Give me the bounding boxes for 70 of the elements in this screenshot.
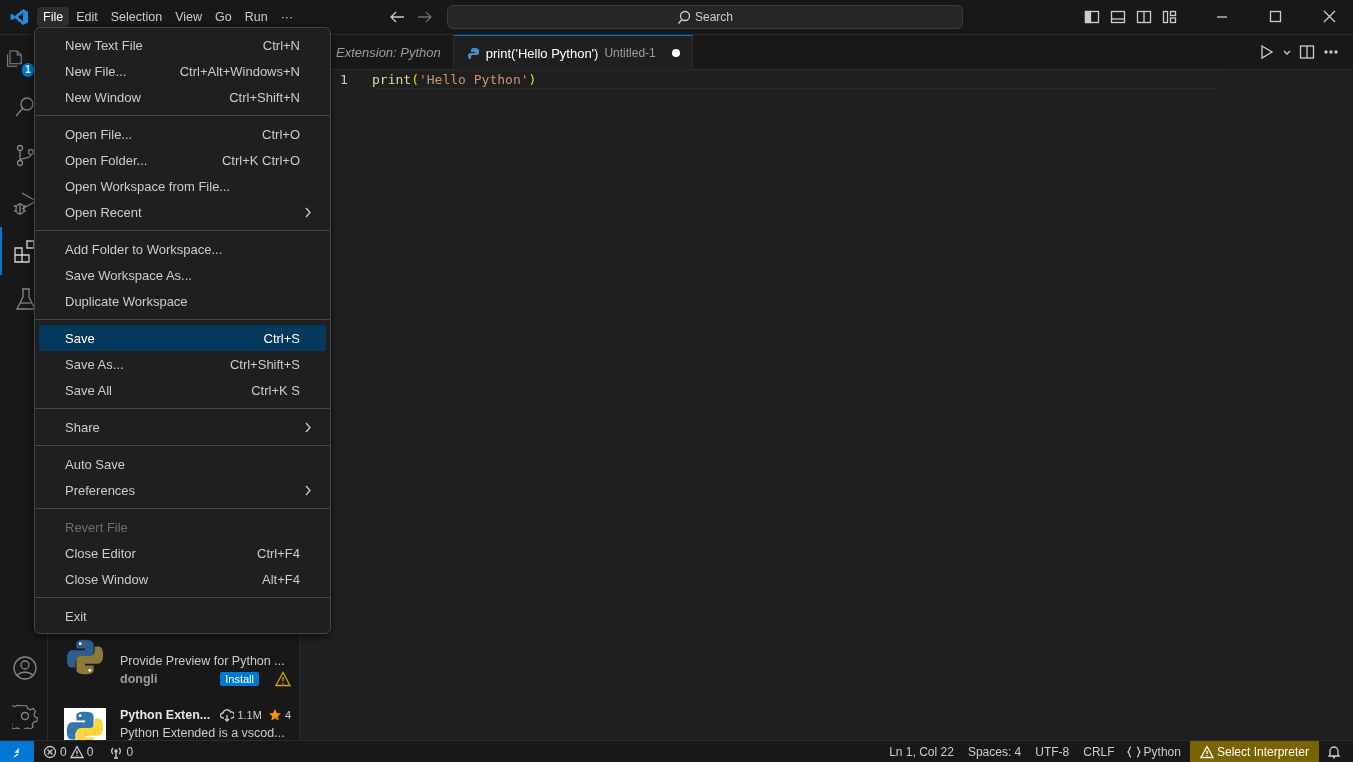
menu-item[interactable]: Open Recent — [39, 199, 326, 225]
download-count: 1.1M — [237, 709, 262, 721]
menu-item[interactable]: Open Folder... Ctrl+K Ctrl+O — [39, 147, 326, 173]
menu-item[interactable]: Selection — [104, 7, 169, 27]
menu-item[interactable]: Save All Ctrl+K S — [39, 377, 326, 403]
extension-title[interactable]: Python Exten... — [120, 708, 215, 722]
python-logo-icon — [64, 708, 106, 740]
install-button[interactable]: Install — [220, 672, 259, 686]
status-item[interactable]: CRLF — [1076, 741, 1122, 762]
menu-item[interactable]: Go — [209, 7, 238, 27]
status-item[interactable]: UTF-8 — [1028, 741, 1077, 762]
extension-description: Python Extended is a vscod... — [120, 726, 286, 740]
star-icon — [267, 708, 282, 722]
python-file-icon — [467, 46, 480, 60]
error-icon — [43, 744, 57, 759]
account-icon[interactable] — [11, 655, 38, 681]
editor-tab[interactable]: print('Hello Python') Untitled-1 — [453, 35, 693, 70]
menu-item[interactable]: Save Workspace As... — [39, 262, 326, 288]
menu-item[interactable]: ··· — [274, 7, 300, 27]
menu-item[interactable]: Preferences — [39, 477, 326, 503]
menu-item[interactable]: Add Folder to Workspace... — [39, 236, 326, 262]
rating: 4 — [284, 709, 291, 721]
line-number: 1 — [339, 72, 349, 87]
search-icon — [677, 10, 691, 24]
braces-icon — [1126, 744, 1141, 759]
menu-item[interactable]: Run — [238, 7, 274, 27]
remote-button[interactable] — [0, 741, 34, 762]
back-arrow-icon[interactable] — [389, 9, 405, 25]
split-editor-icon[interactable] — [1299, 44, 1315, 60]
forward-arrow-icon[interactable] — [417, 9, 433, 25]
menu-item[interactable]: File — [37, 7, 70, 27]
problems-button[interactable]: 0 0 — [38, 741, 99, 762]
run-icon[interactable] — [1259, 44, 1275, 60]
close-icon[interactable] — [1323, 9, 1336, 25]
menu-item[interactable]: Auto Save — [39, 451, 326, 477]
menu-item[interactable]: Save As... Ctrl+Shift+S — [39, 351, 326, 377]
menu-item[interactable]: Close Window Alt+F4 — [39, 566, 326, 592]
chevron-down-icon[interactable] — [1283, 48, 1291, 56]
warning-icon — [1199, 744, 1214, 759]
ports-button[interactable]: 0 — [104, 741, 139, 762]
vscode-logo-icon — [10, 8, 28, 26]
search-label: Search — [695, 10, 733, 24]
toggle-panel-icon[interactable] — [1110, 9, 1126, 25]
toggle-sidebar-icon[interactable] — [1084, 9, 1100, 25]
menu-item[interactable]: Save Ctrl+S — [39, 325, 326, 351]
status-item[interactable]: Spaces: 4 — [960, 741, 1029, 762]
status-item[interactable]: Ln 1, Col 22 — [882, 741, 961, 762]
customize-layout-icon[interactable] — [1162, 9, 1178, 25]
bell-icon[interactable] — [1327, 744, 1341, 759]
menu-item[interactable]: Edit — [70, 7, 104, 27]
extension-author: dongli — [120, 672, 159, 686]
menu-item[interactable]: Exit — [39, 603, 326, 629]
cloud-download-icon — [220, 708, 235, 722]
maximize-icon[interactable] — [1269, 9, 1282, 25]
code-line: print('Hello Python') — [372, 70, 1220, 89]
interpreter-button[interactable]: Select Interpreter — [1189, 741, 1319, 762]
menu-item[interactable]: Open File... Ctrl+O — [39, 121, 326, 147]
files-icon[interactable] — [6, 49, 22, 69]
menu-item[interactable]: Close Editor Ctrl+F4 — [39, 540, 326, 566]
search-box[interactable]: Search — [447, 5, 963, 29]
menu-item[interactable]: Duplicate Workspace — [39, 288, 326, 314]
menu-item[interactable]: Open Workspace from File... — [39, 173, 326, 199]
warning-icon — [69, 744, 84, 759]
count-badge: 1 — [22, 63, 34, 77]
language-button[interactable]: Python — [1121, 741, 1186, 762]
extension-description: Provide Preview for Python ... — [120, 654, 286, 668]
menu-item[interactable]: View — [169, 7, 208, 27]
split-layout-icon[interactable] — [1136, 9, 1152, 25]
menu-item[interactable]: Share — [39, 414, 326, 440]
menu-item[interactable]: New Window Ctrl+Shift+N — [39, 84, 326, 110]
